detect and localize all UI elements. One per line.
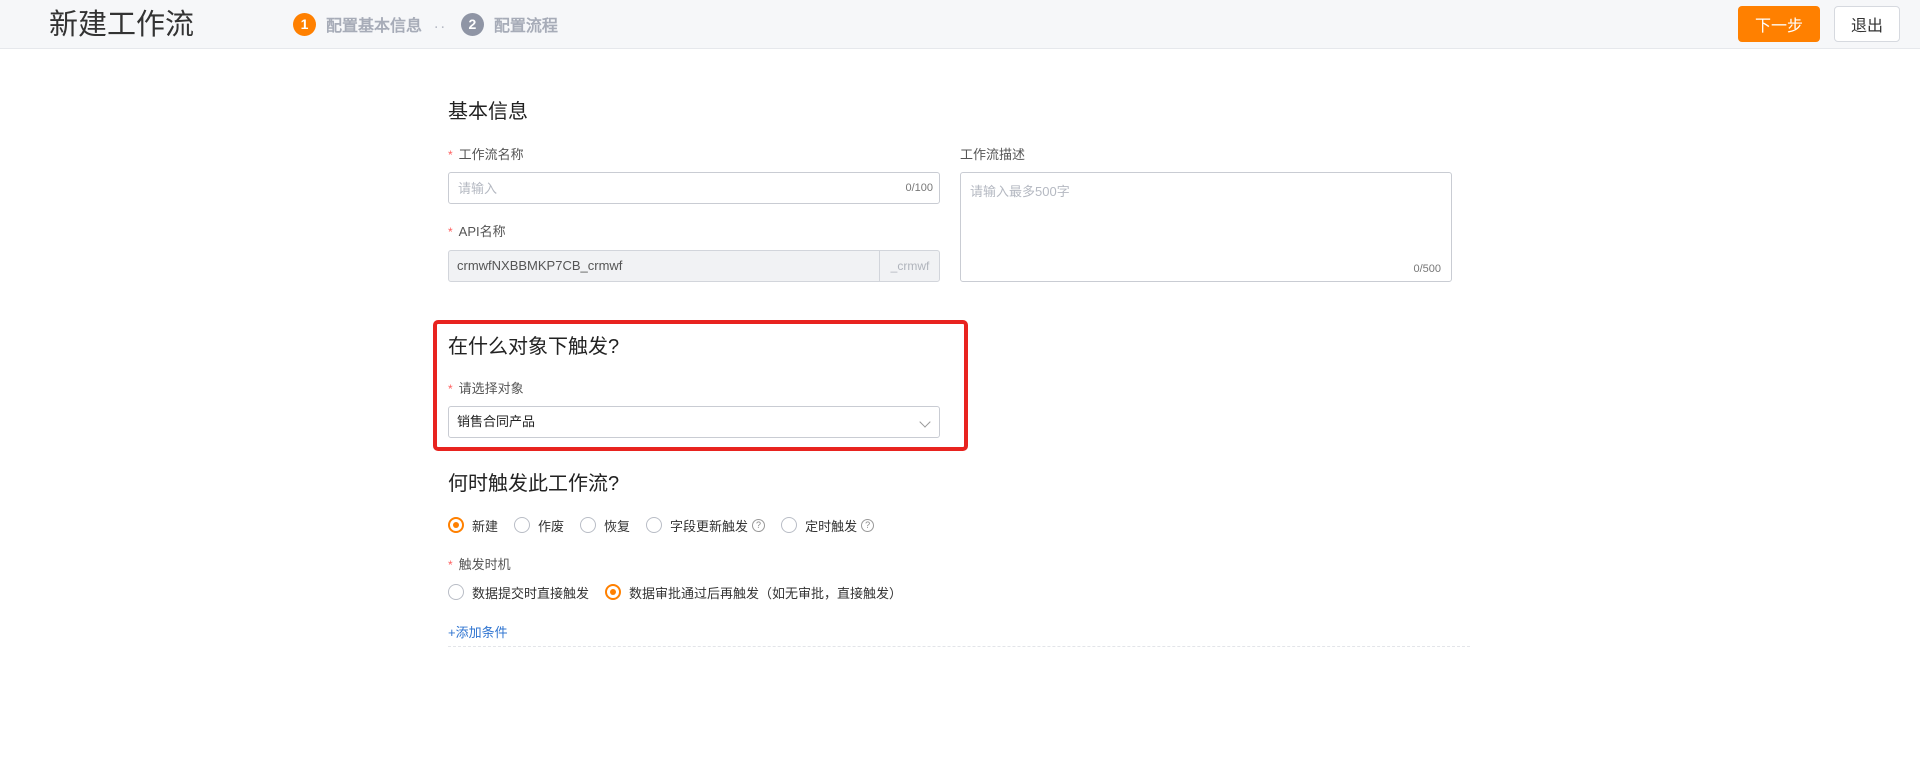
workflow-name-label: * 工作流名称 <box>448 147 524 162</box>
object-section-title: 在什么对象下触发? <box>448 336 620 358</box>
basic-info-title: 基本信息 <box>448 101 528 123</box>
description-char-counter: 0/500 <box>1413 263 1441 275</box>
radio-trigger-on-submit-dot[interactable] <box>448 584 464 600</box>
api-name-label: * API名称 <box>448 224 506 239</box>
radio-create-label: 新建 <box>472 518 499 534</box>
step-separator: .. <box>434 15 447 32</box>
radio-trigger-after-approval-dot[interactable] <box>605 584 622 600</box>
select-object-label: * 请选择对象 <box>448 381 524 396</box>
workflow-name-field[interactable]: 0/100 <box>448 172 940 204</box>
chevron-down-icon <box>919 416 931 428</box>
trigger-section-title: 何时触发此工作流? <box>448 473 620 495</box>
radio-create-dot[interactable] <box>448 517 464 533</box>
radio-restore-label: 恢复 <box>604 518 631 534</box>
name-char-counter: 0/100 <box>905 182 933 194</box>
workflow-name-input[interactable] <box>458 173 858 203</box>
add-condition-link[interactable]: +添加条件 <box>448 622 508 641</box>
step-2-number: 2 <box>460 12 484 36</box>
radio-field-update-dot[interactable] <box>646 517 663 533</box>
radio-trigger-after-approval[interactable]: 数据审批通过后再触发（如无审批，直接触发） <box>605 583 902 602</box>
step-1-label: 配置基本信息 <box>326 18 423 35</box>
trigger-type-group: 新建 作废 恢复 字段更新触发 ? 定时触发 ? <box>448 515 890 535</box>
step-2-label: 配置流程 <box>493 18 558 35</box>
object-select[interactable]: 销售合同产品 <box>448 406 940 438</box>
workflow-description-textarea[interactable]: 请输入最多500字 0/500 <box>960 172 1452 282</box>
question-circle-icon[interactable]: ? <box>861 518 875 532</box>
api-name-value: crmwfNXBBMKP7CB_crmwf <box>457 258 623 273</box>
radio-scheduled-dot[interactable] <box>781 517 798 533</box>
trigger-timing-group: 数据提交时直接触发 数据审批通过后再触发（如无审批，直接触发） <box>448 582 918 602</box>
next-step-button[interactable]: 下一步 <box>1738 6 1820 42</box>
trigger-timing-label: * 触发时机 <box>448 557 511 572</box>
required-mark: * <box>448 558 453 572</box>
radio-void-dot[interactable] <box>514 517 531 533</box>
radio-restore-dot[interactable] <box>580 517 597 533</box>
radio-trigger-on-submit-label: 数据提交时直接触发 <box>472 585 590 601</box>
description-placeholder: 请输入最多500字 <box>970 184 1070 199</box>
api-name-field[interactable]: crmwfNXBBMKP7CB_crmwf _crmwf <box>448 250 940 282</box>
page-title: 新建工作流 <box>49 9 195 41</box>
required-mark: * <box>448 148 453 162</box>
radio-field-update-label: 字段更新触发 <box>670 518 749 534</box>
radio-trigger-after-approval-label: 数据审批通过后再触发（如无审批，直接触发） <box>629 585 903 601</box>
radio-create[interactable]: 新建 <box>448 516 498 535</box>
radio-trigger-on-submit[interactable]: 数据提交时直接触发 <box>448 583 589 602</box>
radio-scheduled[interactable]: 定时触发 ? <box>781 516 875 535</box>
required-mark: * <box>448 225 453 239</box>
section-divider <box>448 646 1470 647</box>
exit-button[interactable]: 退出 <box>1834 6 1900 42</box>
api-name-suffix: _crmwf <box>879 251 940 281</box>
radio-void[interactable]: 作废 <box>514 516 564 535</box>
radio-scheduled-label: 定时触发 <box>805 518 858 534</box>
radio-void-label: 作废 <box>538 518 565 534</box>
object-select-value: 销售合同产品 <box>457 414 536 429</box>
required-mark: * <box>448 382 453 396</box>
question-circle-icon[interactable]: ? <box>752 518 766 532</box>
top-bar: 新建工作流 1 配置基本信息 .. 2 配置流程 下一步 退出 <box>0 0 1920 49</box>
workflow-description-label: 工作流描述 <box>960 147 1026 162</box>
radio-restore[interactable]: 恢复 <box>580 516 630 535</box>
radio-field-update[interactable]: 字段更新触发 ? <box>646 516 766 535</box>
step-indicator: 1 配置基本信息 .. 2 配置流程 <box>293 12 558 36</box>
step-1-number: 1 <box>293 12 316 36</box>
